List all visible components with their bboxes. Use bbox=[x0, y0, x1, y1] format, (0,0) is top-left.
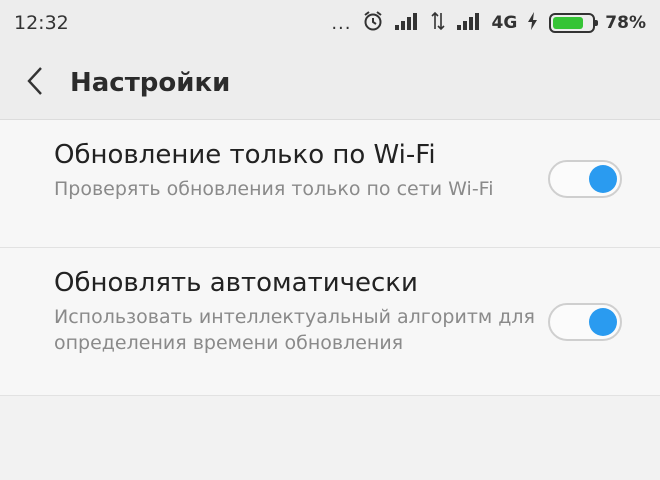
setting-title: Обновление только по Wi-Fi bbox=[54, 140, 436, 170]
chevron-left-icon bbox=[25, 65, 45, 101]
battery-fill bbox=[553, 17, 583, 29]
status-icons: ... 4G 78% bbox=[331, 10, 646, 37]
data-transfer-icon bbox=[430, 11, 446, 36]
back-button[interactable] bbox=[0, 46, 70, 120]
toggle-knob bbox=[589, 308, 617, 336]
network-type: 4G bbox=[491, 13, 518, 33]
setting-description: Проверять обновления только по сети Wi-F… bbox=[54, 178, 494, 200]
charging-icon bbox=[527, 11, 539, 36]
wifi-only-toggle[interactable] bbox=[548, 160, 622, 198]
status-time: 12:32 bbox=[14, 12, 69, 34]
battery-icon bbox=[549, 13, 599, 33]
notification-dots: ... bbox=[331, 12, 352, 34]
setting-wifi-only[interactable]: Обновление только по Wi-Fi Проверять обн… bbox=[0, 120, 660, 248]
auto-update-toggle[interactable] bbox=[548, 303, 622, 341]
setting-description: Использовать интеллектуальный алгоритм д… bbox=[54, 306, 535, 354]
signal-icon-1 bbox=[394, 11, 420, 36]
signal-icon-2 bbox=[456, 11, 482, 36]
setting-auto-update[interactable]: Обновлять автоматически Использовать инт… bbox=[0, 248, 660, 396]
status-bar: 12:32 ... 4G 78% bbox=[0, 0, 660, 46]
app-header: Настройки bbox=[0, 46, 660, 120]
toggle-knob bbox=[589, 165, 617, 193]
alarm-icon bbox=[362, 10, 384, 37]
settings-list: Обновление только по Wi-Fi Проверять обн… bbox=[0, 120, 660, 396]
battery-percent: 78% bbox=[605, 13, 646, 33]
setting-title: Обновлять автоматически bbox=[54, 268, 418, 298]
page-title: Настройки bbox=[70, 67, 231, 98]
